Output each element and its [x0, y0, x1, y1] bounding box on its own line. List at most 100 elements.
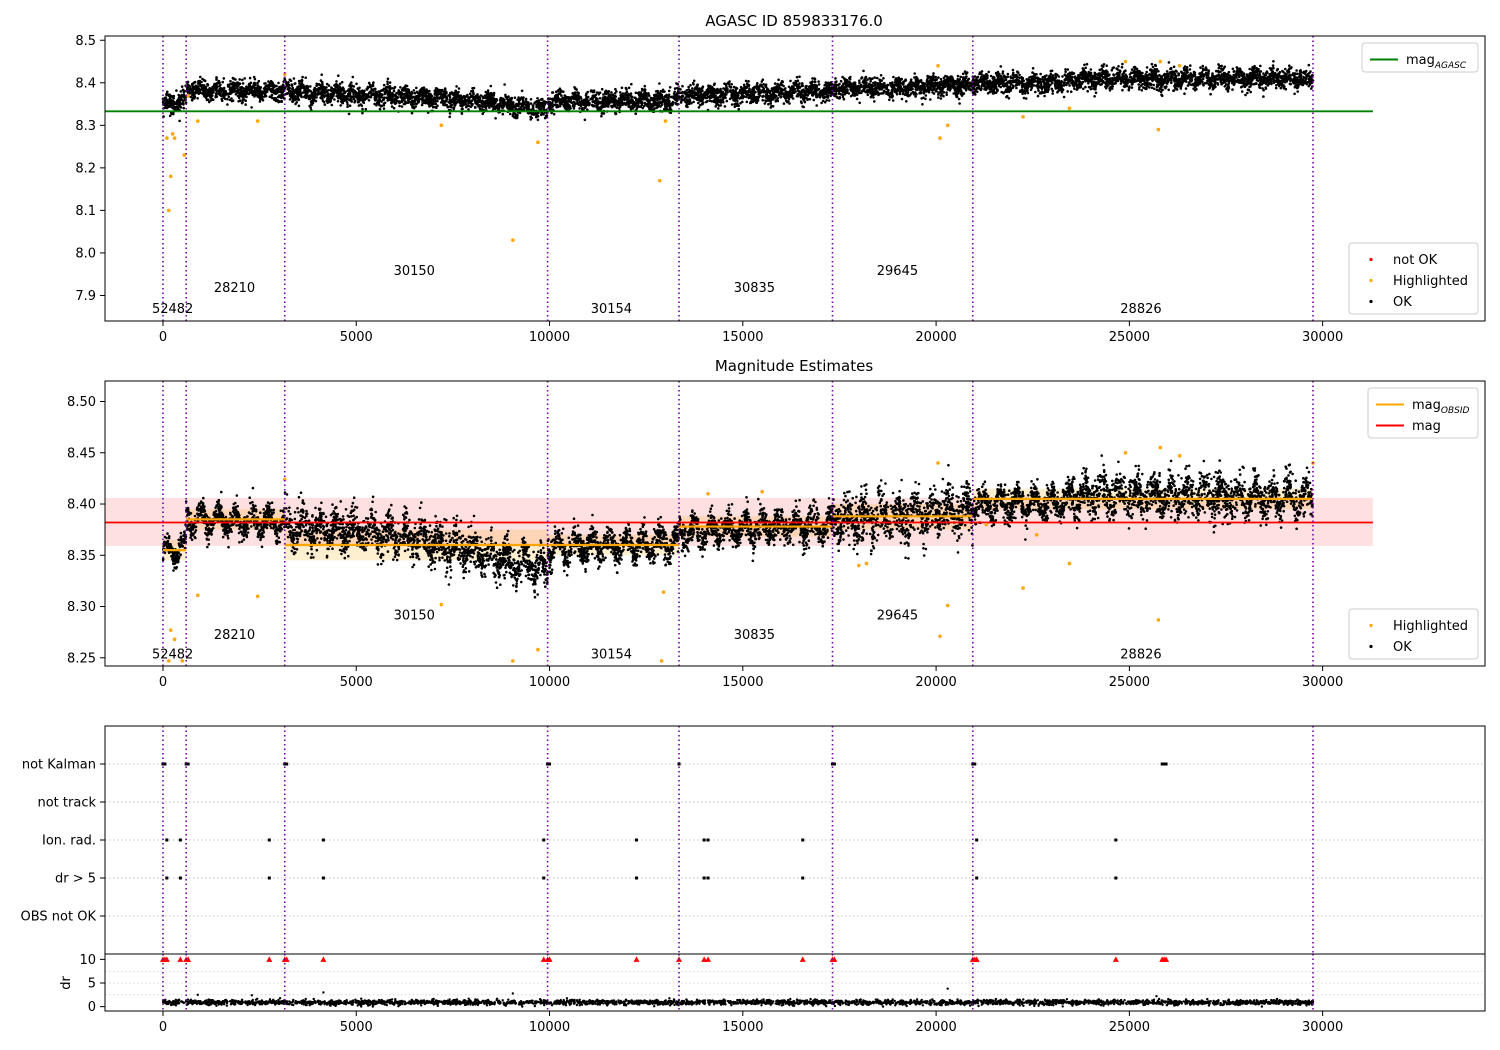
ok-point — [414, 102, 418, 105]
ok-point — [591, 100, 595, 104]
ok-point — [489, 84, 493, 88]
ok-point — [323, 103, 327, 106]
ok-point — [825, 99, 828, 102]
ok-point — [740, 89, 744, 92]
ok-point — [554, 97, 558, 100]
ok-point — [501, 104, 505, 107]
ok-point — [633, 96, 636, 99]
ok-point — [236, 85, 239, 88]
ok-point — [361, 95, 365, 98]
ok-point — [472, 92, 475, 96]
ok-point — [728, 97, 732, 101]
ok-point — [764, 84, 767, 88]
ok-point — [662, 100, 665, 103]
ok-point — [814, 90, 818, 93]
ok-point — [607, 90, 611, 93]
ok-point — [759, 83, 762, 86]
ok-point — [673, 90, 676, 94]
ok-point — [939, 77, 943, 81]
ok-point — [408, 97, 412, 100]
ok-point — [831, 83, 834, 86]
ok-point — [463, 98, 467, 101]
ok-point — [506, 98, 510, 102]
ok-point — [291, 94, 294, 98]
ok-point — [702, 93, 705, 96]
ok-point — [673, 97, 677, 100]
ok-point — [796, 86, 799, 90]
ok-point — [460, 107, 464, 111]
ok-point — [780, 83, 784, 87]
ok-point — [813, 86, 817, 90]
ok-point — [591, 97, 594, 101]
ok-point — [732, 85, 736, 89]
ok-point — [270, 93, 274, 97]
ok-point — [478, 96, 482, 100]
ok-point — [178, 94, 181, 97]
ok-point — [390, 87, 394, 90]
ok-point — [453, 104, 457, 107]
ok-point — [653, 101, 656, 105]
ok-point — [322, 100, 326, 104]
ok-point — [330, 103, 334, 107]
ok-point — [625, 88, 628, 91]
ok-point — [373, 98, 377, 101]
ok-point — [541, 104, 544, 107]
panel1-plot-area: 52482282103015030154308352964528826 — [105, 36, 1373, 321]
ok-point — [734, 89, 737, 93]
ok-point — [478, 104, 482, 107]
ok-point — [259, 98, 262, 101]
ok-point — [712, 99, 716, 102]
ok-point — [291, 100, 294, 103]
ok-point — [321, 84, 324, 87]
ok-point — [787, 85, 791, 89]
ok-point — [433, 89, 437, 92]
ok-point — [699, 91, 703, 95]
ok-point — [563, 106, 567, 110]
ok-point — [355, 82, 358, 86]
ok-point — [713, 96, 717, 99]
ok-point — [667, 89, 671, 93]
ok-point — [688, 90, 691, 94]
ok-point — [507, 95, 510, 98]
ok-point — [889, 95, 893, 99]
ok-point — [292, 77, 296, 80]
ok-point — [243, 77, 246, 80]
ok-point — [239, 86, 242, 89]
ok-point — [777, 78, 780, 82]
ok-point — [665, 93, 668, 97]
ok-point — [741, 92, 744, 95]
ok-point — [767, 102, 770, 106]
ok-point — [765, 95, 768, 99]
ok-point — [490, 95, 493, 98]
ok-point — [455, 85, 458, 88]
ok-point — [374, 90, 378, 93]
ok-point — [752, 95, 756, 99]
ok-point — [389, 95, 393, 99]
ok-point — [796, 92, 800, 96]
ok-point — [632, 100, 636, 104]
ok-point — [757, 90, 760, 94]
ok-point — [171, 99, 175, 103]
ok-point — [326, 92, 330, 95]
ok-point — [578, 107, 581, 110]
ok-point — [779, 95, 782, 99]
ok-point — [764, 99, 767, 102]
ok-point — [257, 85, 261, 89]
ok-point — [182, 102, 185, 105]
ok-point — [657, 96, 660, 99]
ok-point — [489, 100, 492, 103]
ok-point — [377, 98, 381, 101]
ok-point — [685, 94, 689, 97]
ok-point — [564, 102, 568, 106]
ok-point — [201, 77, 204, 81]
ok-point — [435, 87, 439, 90]
ok-point — [628, 105, 632, 108]
ok-point — [421, 99, 424, 102]
ok-point — [914, 95, 917, 98]
ok-point — [584, 94, 588, 97]
ok-point — [590, 89, 593, 93]
ok-point — [792, 88, 795, 92]
ok-point — [445, 90, 448, 94]
ok-point — [471, 102, 474, 106]
ok-point — [257, 79, 261, 83]
